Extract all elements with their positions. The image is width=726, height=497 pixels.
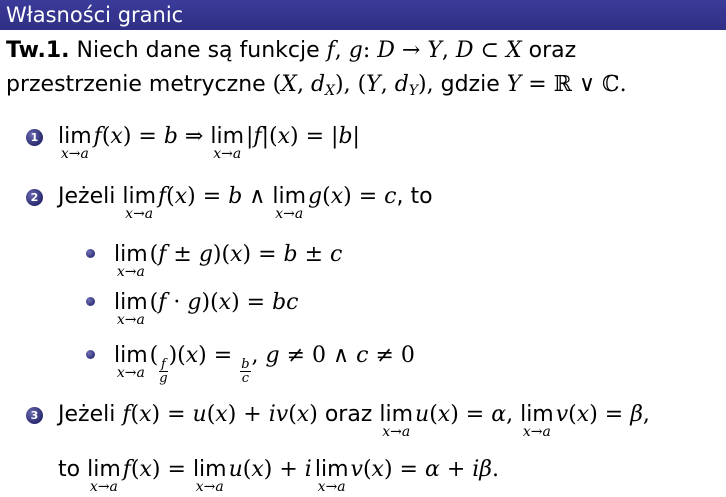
bullet-icon: [86, 249, 95, 258]
theorem-label: Tw.1.: [6, 38, 70, 63]
item-2: 2 Jeżeli lim x→a f(x) = b ∧ lim x→a g(x) = c…: [26, 184, 433, 222]
bullet-icon: [86, 297, 95, 306]
subitem-product: lim x→a (f · g)(x) = bc: [86, 290, 299, 328]
item-3-number: 3: [26, 407, 43, 424]
subitem-quotient: lim x→a(f g)(x) = bc, g ≠ 0 ∧ c ≠ 0: [86, 343, 415, 385]
theorem-line-1: Tw.1. Niech dane są funkcje f, g: D → Y,…: [6, 38, 577, 63]
theorem-text-2: oraz: [528, 38, 577, 63]
theorem-line-2: przestrzenie metryczne (X, dX), (Y, dY),…: [6, 72, 627, 99]
item-1: 1 lim x→a f(x) = b ⇒ lim x→a |f|(x) = |b|: [26, 124, 360, 162]
item-2-number: 2: [26, 189, 43, 206]
subitem-sum: lim x→a (f ± g)(x) = b ± c: [86, 242, 342, 280]
bullet-icon: [86, 350, 95, 359]
theorem-text-3: przestrzenie metryczne: [6, 72, 266, 97]
item-3: 3 Jeżeli f(x) = u(x) + iv(x) oraz lim x→a…: [26, 402, 650, 440]
frame-title: Własności granic: [0, 0, 726, 30]
theorem-text-4: gdzie: [440, 72, 500, 97]
item-3-continued: to lim x→a f(x) = lim x→a u(x) + i lim x→a v(x)…: [58, 457, 500, 495]
item-1-number: 1: [26, 129, 43, 146]
theorem-text-1: Niech dane są funkcje: [76, 38, 320, 63]
